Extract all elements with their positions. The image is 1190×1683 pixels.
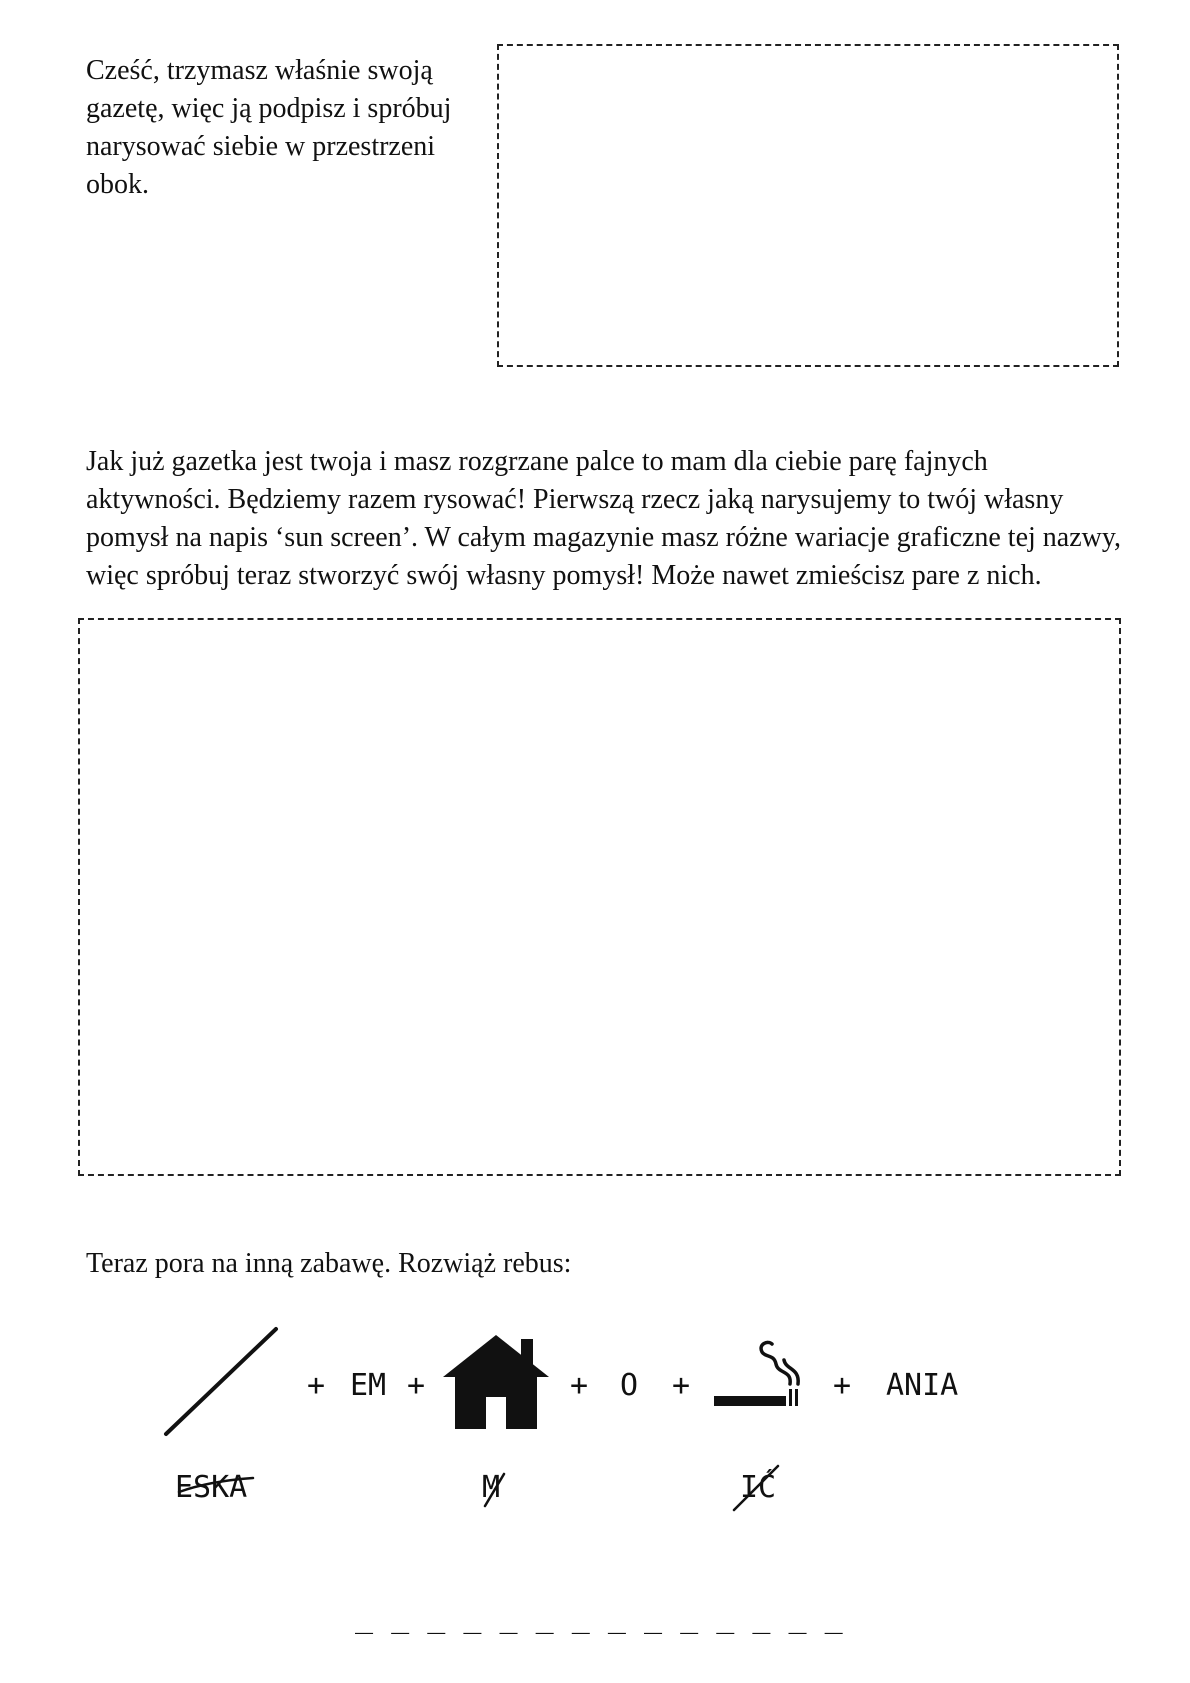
paragraph-line: pomysł na napis ‘sun screen’. W całym ma… (86, 522, 1122, 553)
intro-line: obok. (86, 169, 149, 200)
intro-line: gazetę, więc ją podpisz i spróbuj (86, 93, 452, 124)
cigarette-crossed-note: IĆ (732, 1464, 780, 1512)
rebus-letters-em: EM (350, 1368, 387, 1403)
sun-screen-drawing-area[interactable] (78, 618, 1121, 1176)
strikethrough-note: IĆ (732, 1464, 780, 1512)
strike-line-icon (732, 1464, 780, 1512)
rebus-plus: + (407, 1368, 426, 1403)
house-icon (443, 1335, 549, 1429)
strike-line-icon (177, 1476, 255, 1494)
rebus-plus: + (307, 1368, 326, 1403)
rebus-plus: + (570, 1368, 589, 1403)
house-crossed-note: M (482, 1470, 506, 1508)
rebus-plus: + (672, 1368, 691, 1403)
self-portrait-drawing-area[interactable] (497, 44, 1119, 367)
slash-crossed-note: ESKA (175, 1470, 255, 1506)
cigarette-icon (714, 1340, 800, 1406)
strikethrough-note: M (482, 1470, 506, 1508)
intro-text: Cześć, trzymasz właśnie swoją gazetę, wi… (86, 52, 486, 204)
paragraph-line: aktywności. Będziemy razem rysować! Pier… (86, 484, 1064, 515)
rebus-plus: + (833, 1368, 852, 1403)
rebus-title: Teraz pora na inną zabawę. Rozwiąż rebus… (86, 1248, 572, 1279)
paragraph-line: Jak już gazetka jest twoja i masz rozgrz… (86, 446, 988, 477)
slash-icon (164, 1327, 278, 1436)
rebus-answer-blanks[interactable]: _ _ _ _ _ _ _ _ _ _ _ _ _ _ (355, 1600, 843, 1635)
intro-line: Cześć, trzymasz właśnie swoją (86, 55, 433, 86)
rebus-letter-o: O (620, 1368, 639, 1403)
strike-line-icon (483, 1472, 506, 1508)
paragraph-line: więc spróbuj teraz stworzyć swój własny … (86, 560, 1042, 591)
activity-paragraph: Jak już gazetka jest twoja i masz rozgrz… (86, 443, 1126, 595)
rebus-letters-ania: ANIA (886, 1368, 959, 1403)
strikethrough-note: ESKA (175, 1470, 255, 1506)
intro-line: narysować siebie w przestrzeni (86, 131, 436, 162)
